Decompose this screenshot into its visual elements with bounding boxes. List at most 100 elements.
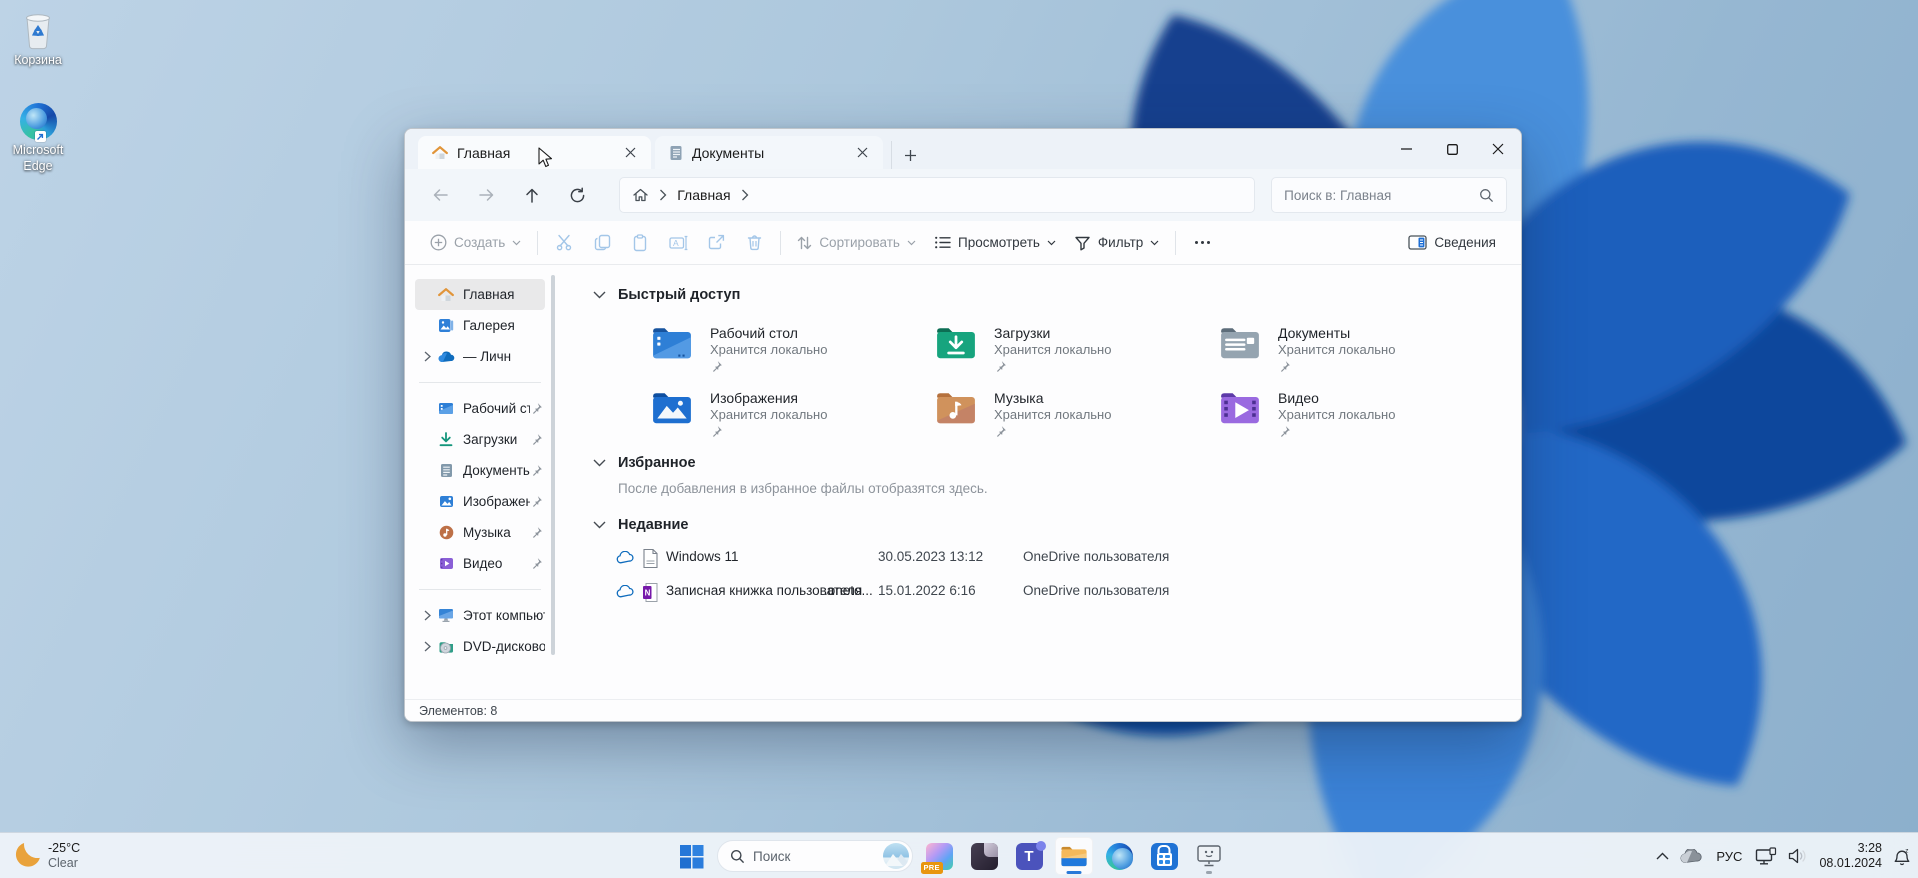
recent-file-row[interactable]: Windows 11 30.05.2023 13:12 OneDrive пол… [555,544,1495,574]
content-pane: Быстрый доступ Рабочий стол Хранится лок… [555,265,1521,701]
chevron-down-icon [907,240,916,245]
more-options-button[interactable] [1183,227,1221,259]
tab-bar: Главная Документы [405,129,1521,169]
search-icon [1480,188,1494,202]
taskbar-search-placeholder: Поиск [753,848,791,864]
tab-documents[interactable]: Документы [655,136,883,169]
section-title: Быстрый доступ [618,287,741,303]
details-pane-button[interactable]: Сведения [1399,229,1505,256]
minimize-button[interactable] [1383,129,1429,169]
tile-music[interactable]: Музыка Хранится локально [935,390,1211,438]
paste-button[interactable] [621,227,659,259]
section-chevron-icon[interactable] [593,291,606,299]
sidebar-item-pictures[interactable]: Изображени [415,486,545,517]
sidebar-item-dvd-drive[interactable]: DVD-дисковод [415,631,545,662]
widgets-app-button[interactable] [965,837,1003,875]
filter-button[interactable]: Фильтр [1065,229,1168,257]
sidebar-item-home[interactable]: Главная [415,279,545,310]
sidebar-item-videos[interactable]: Видео [415,548,545,579]
refresh-button[interactable] [556,177,600,213]
tile-documents[interactable]: Документы Хранится локально [1219,325,1495,373]
tile-name: Музыка [994,390,1044,406]
clock[interactable]: 3:28 08.01.2024 [1819,841,1882,871]
desktop-icon-recycle-bin[interactable]: Корзина [2,12,74,69]
taskbar-search[interactable]: Поиск [717,840,913,872]
breadcrumb-segment[interactable]: Главная [677,187,730,203]
cut-button[interactable] [545,227,583,259]
edge-button[interactable] [1100,837,1138,875]
quick-access-header[interactable]: Быстрый доступ [593,287,740,303]
sidebar-item-documents[interactable]: Документы [415,455,545,486]
search-input[interactable]: Поиск в: Главная [1271,177,1507,213]
tab-close-button[interactable] [851,142,873,164]
tab-home[interactable]: Главная [418,136,651,169]
chevron-up-icon [1656,852,1669,860]
sidebar-item-desktop[interactable]: Рабочий сто [415,393,545,424]
network-icon[interactable] [1755,846,1777,866]
expand-chevron-icon[interactable] [417,610,437,621]
tray-chevron-up[interactable] [1656,852,1669,860]
recent-header[interactable]: Недавние [593,517,688,533]
weather-temperature: -25°C [48,841,81,855]
tile-videos[interactable]: Видео Хранится локально [1219,390,1495,438]
display-app-button[interactable] [1190,837,1228,875]
sidebar-item-label: Видео [463,556,503,571]
tile-desktop[interactable]: Рабочий стол Хранится локально [651,325,927,373]
expand-chevron-icon[interactable] [417,351,437,362]
section-chevron-icon[interactable] [593,459,606,467]
back-button[interactable] [419,177,463,213]
volume-icon[interactable] [1788,848,1808,864]
favorites-header[interactable]: Избранное [593,455,696,471]
tile-subtitle: Хранится локально [994,407,1112,422]
tab-close-button[interactable] [619,142,641,164]
up-icon [526,188,538,203]
store-button[interactable] [1145,837,1183,875]
copilot-button[interactable]: PRE [920,837,958,875]
desktop-icon-label: Корзина [14,53,62,67]
sort-button[interactable]: Сортировать [788,229,925,257]
forward-button[interactable] [465,177,509,213]
sidebar-item-label: Загрузки [463,432,518,447]
details-label: Сведения [1434,235,1496,250]
weather-widget[interactable]: -25°C Clear [10,833,80,878]
sidebar-item-onedrive[interactable]: — Личн [415,341,545,372]
sidebar-item-music[interactable]: Музыка [415,517,545,548]
sidebar-item-gallery[interactable]: Галерея [415,310,545,341]
sidebar-divider [419,382,541,383]
file-explorer-button[interactable] [1055,837,1093,875]
tile-pictures[interactable]: Изображения Хранится локально [651,390,927,438]
file-date: 30.05.2023 13:12 [878,549,984,564]
teams-button[interactable]: T [1010,837,1048,875]
tile-name: Рабочий стол [710,325,798,341]
breadcrumb[interactable]: Главная [619,177,1256,213]
view-button[interactable]: Просмотреть [925,229,1065,256]
rename-button[interactable]: A [659,227,697,259]
language-indicator[interactable]: РУС [1714,849,1744,864]
copy-button[interactable] [583,227,621,259]
delete-button[interactable] [735,227,773,259]
tile-downloads[interactable]: Загрузки Хранится локально [935,325,1211,373]
edge-icon [19,103,57,142]
tray-onedrive[interactable] [1680,848,1703,864]
pictures-icon [437,495,455,508]
section-chevron-icon[interactable] [593,521,606,529]
sidebar-item-this-pc[interactable]: Этот компьюте [415,600,545,631]
recent-file-row[interactable]: N Записная книжка пользователя .oneto...… [555,578,1495,608]
desktop-folder-icon [653,328,691,359]
start-button[interactable] [672,837,710,875]
desktop-icon-edge[interactable]: Microsoft Edge [2,103,74,174]
maximize-button[interactable] [1429,129,1475,169]
create-button[interactable]: Создать [421,228,530,257]
section-title: Избранное [618,455,696,471]
back-icon [434,189,449,201]
new-tab-button[interactable] [891,141,921,169]
dark-app-icon [970,842,998,870]
sidebar-item-downloads[interactable]: Загрузки [415,424,545,455]
up-button[interactable] [510,177,554,213]
expand-chevron-icon[interactable] [417,641,437,652]
close-button[interactable] [1475,129,1521,169]
notification-bell[interactable]: z [1893,847,1912,866]
share-button[interactable] [697,227,735,259]
pin-icon [530,402,543,415]
active-app-indicator [1066,871,1082,874]
